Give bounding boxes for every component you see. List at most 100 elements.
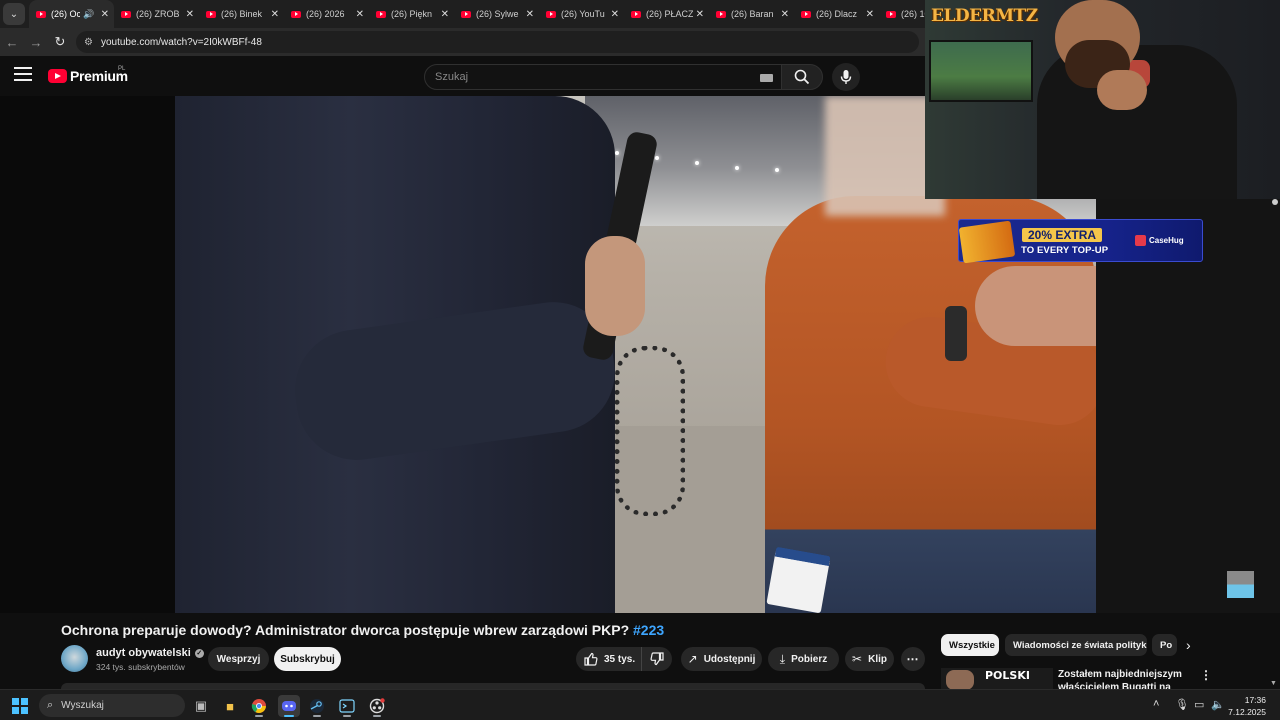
- hashtag-link[interactable]: #223: [633, 622, 664, 638]
- tab-8[interactable]: (26) Baran ✕: [709, 0, 794, 28]
- chrome-icon[interactable]: [248, 695, 270, 717]
- close-icon[interactable]: ✕: [526, 9, 534, 20]
- youtube-favicon-icon: [121, 10, 131, 18]
- reload-icon[interactable]: ↻: [48, 30, 72, 54]
- scrollbar-thumb[interactable]: [1272, 199, 1278, 205]
- recommendation-title[interactable]: Zostałem najbiedniejszym właścicielem Bu…: [1058, 668, 1198, 690]
- support-button[interactable]: Wesprzyj: [208, 647, 269, 671]
- close-icon[interactable]: ✕: [271, 9, 279, 20]
- thumbnail-face: [946, 670, 974, 690]
- ad-subline: TO EVERY TOP-UP: [1021, 245, 1109, 256]
- tab-9[interactable]: (26) Dlacz ✕: [794, 0, 879, 28]
- tab-strip: ⌄ (26) Oc 🔊 ✕ (26) ZROB ✕ (26) Binek ✕ (26…: [0, 0, 925, 28]
- keyboard-icon[interactable]: [760, 74, 773, 82]
- tab-5[interactable]: (26) Sylwe ✕: [454, 0, 539, 28]
- system-clock[interactable]: 17:36 7.12.2025: [1228, 694, 1266, 718]
- country-code: PL: [118, 66, 126, 72]
- chip-politics[interactable]: Wiadomości ze świata polityki: [1005, 634, 1147, 656]
- download-button[interactable]: ⤓ Pobierz: [768, 647, 839, 671]
- close-icon[interactable]: ✕: [186, 9, 194, 20]
- youtube-play-icon: [48, 69, 67, 83]
- microphone-tray-icon[interactable]: 🎙: [1175, 698, 1189, 711]
- tab-4[interactable]: (26) Piękn ✕: [369, 0, 454, 28]
- chip-more[interactable]: Po: [1152, 634, 1177, 656]
- tab-3[interactable]: (26) 2026 ✕: [284, 0, 369, 28]
- close-icon[interactable]: ✕: [101, 9, 109, 20]
- recommendation-thumbnail[interactable]: POLSKI: [941, 668, 1053, 690]
- chevron-right-icon[interactable]: ›: [1186, 637, 1191, 653]
- close-icon[interactable]: ✕: [866, 9, 874, 20]
- tray-expand-icon[interactable]: ˄: [1153, 698, 1159, 710]
- youtube-favicon-icon: [461, 10, 471, 18]
- taskbar-search[interactable]: ⌕ Wyszukaj: [39, 694, 185, 717]
- file-explorer-icon[interactable]: ■: [219, 695, 241, 717]
- like-button[interactable]: 35 tys.: [576, 647, 642, 671]
- clock-time: 17:36: [1244, 695, 1266, 705]
- tab-2[interactable]: (26) Binek ✕: [199, 0, 284, 28]
- video-hand: [585, 236, 645, 336]
- speaker-icon[interactable]: 🔊: [83, 9, 94, 20]
- more-vertical-icon[interactable]: ⋮: [1200, 668, 1212, 682]
- close-icon[interactable]: ✕: [781, 9, 789, 20]
- tab-title: (26) 2026: [306, 9, 345, 19]
- search-input[interactable]: Szukaj: [424, 64, 786, 90]
- ad-ticket-graphic: [958, 220, 1016, 264]
- tab-search-button[interactable]: ⌄: [3, 3, 25, 25]
- verified-icon: ✓: [194, 648, 204, 658]
- taskbar: ⌕ Wyszukaj ▣ ■ ˄ 🎙 ▭ 🔈 17:36 7.12.2025: [0, 689, 1280, 720]
- tab-6[interactable]: (26) YouTu ✕: [539, 0, 624, 28]
- close-icon[interactable]: ✕: [441, 9, 449, 20]
- video-scene-light: [655, 156, 659, 160]
- subscriber-count: 324 tys. subskrybentów: [96, 662, 185, 672]
- menu-icon[interactable]: [14, 67, 32, 83]
- forward-arrow-icon[interactable]: →: [24, 30, 48, 54]
- youtube-favicon-icon: [716, 10, 726, 18]
- back-arrow-icon[interactable]: ←: [0, 30, 24, 54]
- voice-search-button[interactable]: [832, 63, 860, 91]
- dislike-button[interactable]: [642, 647, 672, 671]
- player-letterbox-left: [0, 96, 176, 613]
- chip-all[interactable]: Wszystkie: [941, 634, 999, 656]
- tab-0[interactable]: (26) Oc 🔊 ✕: [29, 0, 114, 28]
- close-icon[interactable]: ✕: [611, 9, 619, 20]
- youtube-logo[interactable]: Premium: [48, 68, 128, 84]
- obs-icon[interactable]: [366, 695, 388, 717]
- search-button[interactable]: [781, 64, 823, 90]
- task-view-icon[interactable]: ▣: [190, 695, 212, 717]
- youtube-favicon-icon: [36, 10, 46, 18]
- tab-7[interactable]: (26) PŁACZ ✕: [624, 0, 709, 28]
- search-icon: [794, 69, 810, 85]
- thumbnail-text: POLSKI: [985, 669, 1030, 682]
- youtube-favicon-icon: [291, 10, 301, 18]
- share-icon: ↗: [687, 652, 698, 666]
- tab-title: (26) YouTu: [561, 9, 605, 19]
- scroll-down-arrow-icon[interactable]: ▼: [1270, 680, 1277, 687]
- subscribe-button[interactable]: Subskrybuj: [274, 647, 341, 671]
- share-button[interactable]: ↗ Udostępnij: [681, 647, 762, 671]
- tab-1[interactable]: (26) ZROB ✕: [114, 0, 199, 28]
- volume-icon[interactable]: 🔈: [1211, 698, 1225, 711]
- wristwatch: [945, 306, 967, 361]
- streamer-logo: ELDERMTZ: [931, 6, 1038, 26]
- more-actions-button[interactable]: ⋯: [901, 647, 925, 671]
- tab-title: (26) Baran: [731, 9, 774, 19]
- channel-avatar[interactable]: [61, 645, 88, 672]
- clip-button[interactable]: ✂ Klip: [845, 647, 894, 671]
- radio-cord: [615, 346, 685, 516]
- terminal-icon[interactable]: [336, 695, 358, 717]
- download-icon: ⤓: [779, 651, 786, 666]
- close-icon[interactable]: ✕: [696, 9, 704, 20]
- tab-10[interactable]: (26) 10: [879, 0, 925, 28]
- windows-start-icon[interactable]: [12, 698, 28, 714]
- mini-player-thumbnail[interactable]: [1227, 571, 1254, 598]
- close-icon[interactable]: ✕: [356, 9, 364, 20]
- discord-icon[interactable]: [278, 695, 300, 717]
- steam-icon[interactable]: [306, 695, 328, 717]
- video-scene-light: [695, 161, 699, 165]
- site-info-icon[interactable]: ⚙: [84, 37, 93, 48]
- channel-name-text: audyt obywatelski: [96, 647, 191, 659]
- network-icon[interactable]: ▭: [1194, 698, 1204, 711]
- url-field[interactable]: ⚙ youtube.com/watch?v=2I0kWBFf-48: [76, 31, 919, 53]
- channel-name[interactable]: audyt obywatelski ✓: [96, 647, 204, 659]
- ad-brand-name: CaseHug: [1149, 236, 1184, 245]
